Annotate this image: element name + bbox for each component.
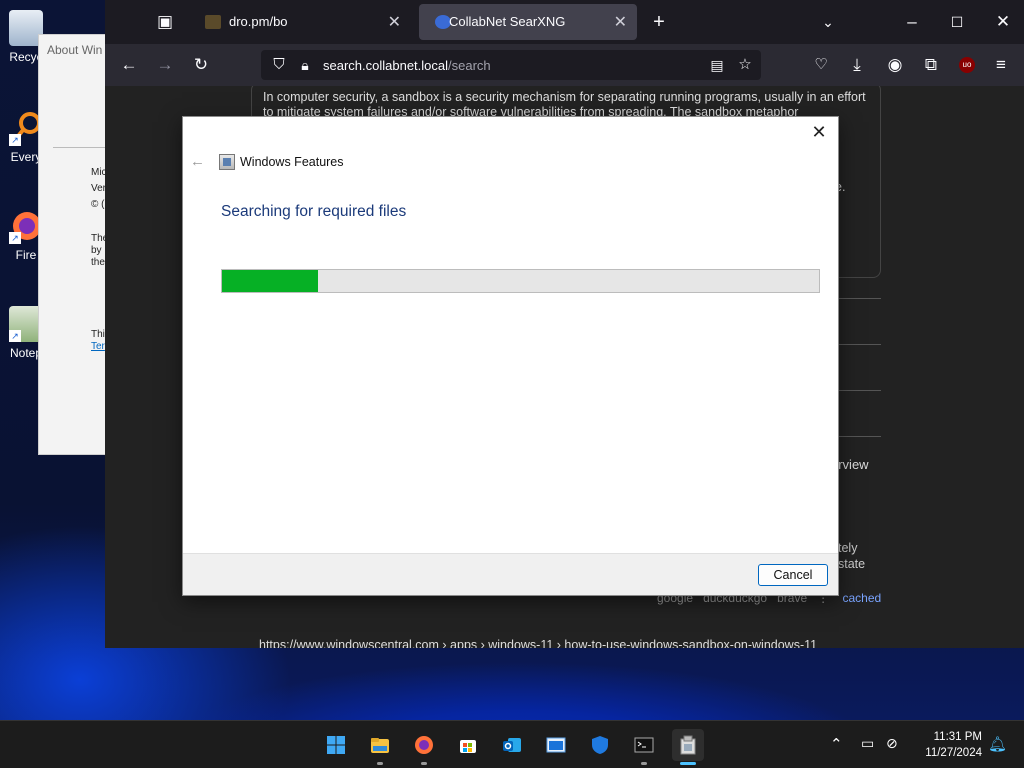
minimize-icon[interactable]: – xyxy=(900,10,924,34)
about-text: Thi xyxy=(91,329,105,340)
downloads-icon[interactable]: ⤓ xyxy=(845,53,869,77)
taskbar: ⌃ ▭ ⊘ 11:31 PM 11/27/2024 🔔︎ xyxy=(0,720,1024,768)
tracking-protection-icon[interactable]: ⛉ xyxy=(267,53,291,77)
taskbar-installer[interactable] xyxy=(672,729,704,765)
about-text: the xyxy=(91,257,105,268)
taskbar-microsoft-store[interactable] xyxy=(452,729,484,761)
account-icon[interactable]: ◉ xyxy=(883,53,907,77)
taskbar-file-explorer[interactable] xyxy=(364,729,396,765)
progress-fill xyxy=(222,270,318,292)
start-button[interactable] xyxy=(320,729,352,761)
forward-icon[interactable]: → xyxy=(153,53,177,77)
about-window-title: About Win xyxy=(47,43,103,57)
microsoft-store-icon xyxy=(460,740,476,753)
taskbar-outlook[interactable] xyxy=(496,729,528,761)
about-text: Ver xyxy=(91,183,107,194)
windows-features-icon xyxy=(219,154,235,170)
ublock-origin-icon[interactable]: uo xyxy=(955,53,979,77)
taskbar-terminal[interactable] xyxy=(628,729,660,765)
display-icon[interactable]: ▭ xyxy=(861,735,874,752)
clock-date: 11/27/2024 xyxy=(925,747,982,759)
clock[interactable]: 11:31 PM 11/27/2024 xyxy=(925,729,982,761)
menu-icon[interactable]: ≡ xyxy=(989,53,1013,77)
shortcut-arrow-icon: ↗ xyxy=(9,232,21,244)
navigation-toolbar: ← → ↻ ⛉ 🔒︎ search.collabnet.local/search… xyxy=(105,44,1024,86)
tab-label: dro.pm/bo xyxy=(229,14,288,29)
running-indicator xyxy=(641,762,647,765)
tab-favicon-icon xyxy=(205,15,221,29)
notifications-bell-icon[interactable]: 🔔︎ xyxy=(988,735,1007,753)
tab-dro-pm[interactable]: dro.pm/bo ✕ xyxy=(189,4,411,40)
result-url[interactable]: https://www.windowscentral.com › apps › … xyxy=(259,638,817,648)
close-tab-icon[interactable]: ✕ xyxy=(388,12,401,32)
back-icon[interactable]: ← xyxy=(117,53,141,77)
shortcut-arrow-icon: ↗ xyxy=(9,330,21,342)
list-all-tabs-icon[interactable]: ⌄ xyxy=(816,10,840,34)
back-arrow-icon: ← xyxy=(190,153,205,170)
url-host: search.collabnet.local xyxy=(323,58,449,73)
cancel-button[interactable]: Cancel xyxy=(758,564,828,586)
desktop-icon-label: Fire xyxy=(15,248,37,262)
maximize-icon[interactable]: ☐ xyxy=(945,10,969,34)
network-disconnected-icon[interactable]: ⊘ xyxy=(886,735,898,752)
running-indicator xyxy=(421,762,427,765)
lock-icon[interactable]: 🔒︎ xyxy=(293,53,317,77)
windows-features-dialog: ✕ ← Windows Features Searching for requi… xyxy=(182,116,839,596)
pocket-icon[interactable]: ♡ xyxy=(809,53,833,77)
url-path: /search xyxy=(448,58,491,73)
progress-bar xyxy=(221,269,820,293)
close-window-icon[interactable]: ✕ xyxy=(991,10,1015,34)
extensions-icon[interactable]: ⧉ xyxy=(919,53,943,77)
reload-icon[interactable]: ↻ xyxy=(189,53,213,77)
firefox-icon xyxy=(415,736,433,754)
bookmark-star-icon[interactable]: ☆ xyxy=(733,53,757,77)
url-text[interactable]: search.collabnet.local/search xyxy=(323,58,491,73)
about-text: © ( xyxy=(91,199,105,210)
sandbox-icon xyxy=(546,737,566,753)
cached-link[interactable]: cached xyxy=(843,591,882,605)
reader-view-icon[interactable]: ▤ xyxy=(705,53,729,77)
active-indicator xyxy=(680,762,696,765)
installer-icon xyxy=(680,735,696,755)
tab-overview-icon[interactable]: ▣ xyxy=(153,10,177,34)
status-text: Searching for required files xyxy=(221,203,407,220)
tab-bar: ▣ dro.pm/bo ✕ CollabNet SearXNG ✕ + ⌄ – … xyxy=(105,0,1024,44)
taskbar-sandbox[interactable] xyxy=(540,729,572,761)
clock-time: 11:31 PM xyxy=(933,731,982,743)
close-tab-icon[interactable]: ✕ xyxy=(614,12,627,32)
about-text: by xyxy=(91,245,102,256)
url-bar[interactable]: ⛉ 🔒︎ search.collabnet.local/search ▤ ☆ xyxy=(261,50,761,80)
terminal-icon xyxy=(634,737,654,753)
close-dialog-icon[interactable]: ✕ xyxy=(808,121,830,143)
page-text-fragment: tely xyxy=(838,541,858,555)
show-hidden-icons-icon[interactable]: ⌃ xyxy=(830,735,843,753)
tab-collabnet-searxng[interactable]: CollabNet SearXNG ✕ xyxy=(419,4,637,40)
new-tab-icon[interactable]: + xyxy=(647,10,671,34)
desktop-icon-label: Every xyxy=(10,150,42,164)
dialog-footer: Cancel xyxy=(183,553,838,595)
taskbar-firefox[interactable] xyxy=(408,729,440,765)
outlook-icon xyxy=(503,738,521,752)
dialog-title: Windows Features xyxy=(240,155,344,169)
divider xyxy=(53,147,113,148)
start-icon xyxy=(327,736,345,754)
file-explorer-icon xyxy=(371,738,389,753)
terms-link[interactable]: Ter xyxy=(91,341,105,352)
running-indicator xyxy=(377,762,383,765)
windows-security-icon xyxy=(592,736,608,754)
taskbar-windows-security[interactable] xyxy=(584,729,616,761)
page-text-fragment: state xyxy=(838,557,866,571)
tab-label: CollabNet SearXNG xyxy=(449,14,566,29)
shortcut-arrow-icon: ↗ xyxy=(9,134,21,146)
